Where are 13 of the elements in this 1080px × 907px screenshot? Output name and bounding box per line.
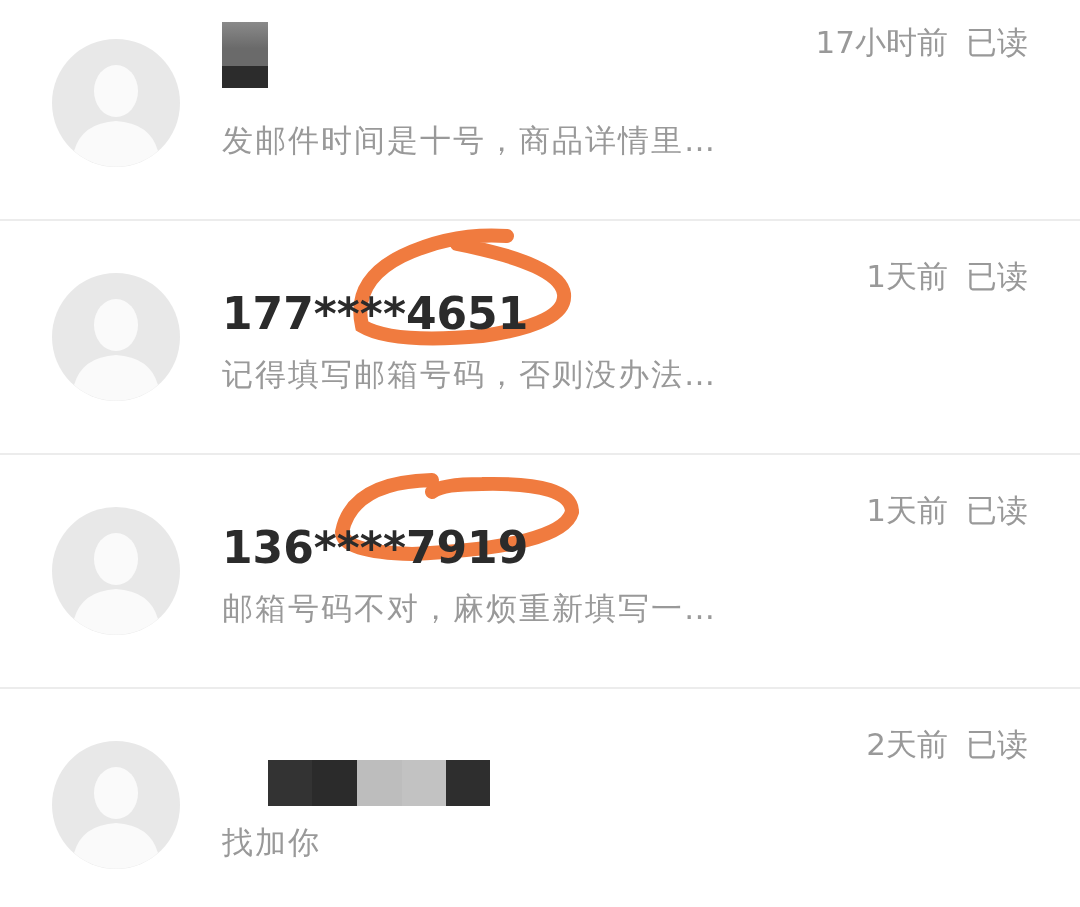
message-preview: 记得填写邮箱号码，否则没办法… bbox=[222, 355, 718, 394]
read-status: 已读 bbox=[966, 491, 1028, 530]
timestamp: 1天前 bbox=[866, 257, 948, 296]
message-preview: 找加你 bbox=[222, 823, 322, 862]
message-preview: 发邮件时间是十号，商品详情里… bbox=[222, 121, 718, 160]
message-preview: 邮箱号码不对，麻烦重新填写一… bbox=[222, 589, 718, 628]
read-status: 已读 bbox=[966, 23, 1028, 62]
read-status: 已读 bbox=[966, 725, 1028, 764]
timestamp: 2天前 bbox=[866, 725, 948, 764]
redaction-blocks bbox=[222, 22, 268, 88]
read-status: 已读 bbox=[966, 257, 1028, 296]
timestamp: 17小时前 bbox=[815, 23, 948, 62]
timestamp: 1天前 bbox=[866, 491, 948, 530]
